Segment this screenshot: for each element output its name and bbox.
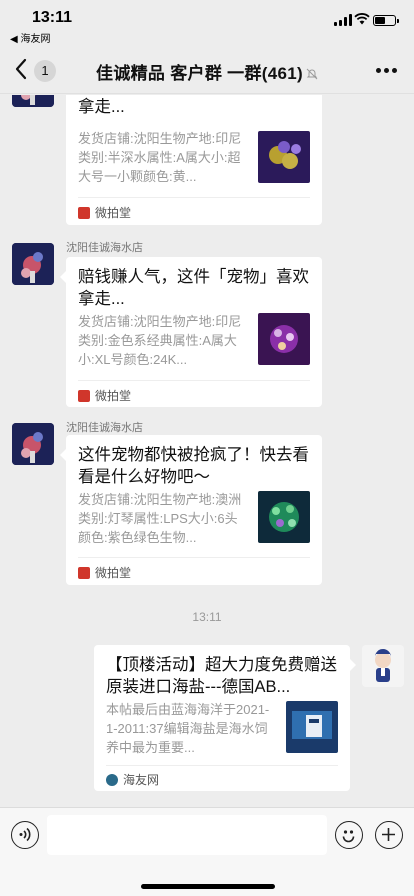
card-title: 这件宠物都快被抢疯了！快去看看是什么好物吧～: [78, 446, 309, 486]
status-bar: 13:11 ◀ 海友网: [0, 0, 414, 46]
weipaitang-icon: [78, 567, 90, 579]
link-card[interactable]: 赔钱赚人气，这件「宠物」喜欢拿走... 发货店铺:沈阳生物产地:印尼类别:金色系…: [60, 257, 322, 407]
card-source-label: 微拍堂: [95, 389, 132, 403]
card-title: 赔钱赚人气，这件「宠物」喜欢拿走...: [78, 98, 125, 116]
wifi-icon: [354, 13, 370, 28]
avatar[interactable]: [12, 243, 54, 285]
card-source-label: 微拍堂: [95, 206, 132, 220]
home-indicator[interactable]: [141, 884, 275, 889]
avatar[interactable]: [12, 423, 54, 465]
mute-bell-icon: [306, 68, 318, 80]
voice-input-icon[interactable]: [11, 821, 39, 849]
card-thumbnail: [258, 131, 310, 183]
group-title-text: 佳诚精品 客户群 一群(461): [96, 64, 303, 83]
card-description: 发货店铺:沈阳生物产地:印尼类别:半深水属性:A属大小:超大号一小颗颜色:黄..…: [78, 131, 242, 184]
card-description: 本帖最后由蓝海海洋于2021-1-2011:37编辑海盐是海水饲养中最为重要..…: [106, 702, 270, 755]
card-source: 海友网: [106, 771, 159, 788]
card-thumbnail: [258, 491, 310, 543]
cellular-signal-icon: [334, 14, 352, 26]
card-title: 赔钱赚人气，这件「宠物」喜欢拿走...: [78, 268, 309, 308]
more-options-icon[interactable]: [376, 68, 397, 74]
card-description: 发货店铺:沈阳生物产地:印尼类别:金色系经典属性:A属大小:XL号颜色:24K.…: [78, 314, 242, 367]
card-source: 微拍堂: [78, 387, 131, 404]
card-divider: [78, 557, 310, 558]
emoji-icon[interactable]: [335, 821, 363, 849]
card-description: 发货店铺:沈阳生物产地:澳洲类别:灯琴属性:LPS大小:6头颜色:紫色绿色生物.…: [78, 492, 242, 545]
battery-icon: [373, 15, 399, 26]
link-card[interactable]: 赔钱赚人气，这件「宠物」喜欢拿走... 发货店铺:沈阳生物产地:印尼类别:半深水…: [66, 95, 322, 225]
card-divider: [78, 380, 310, 381]
card-title: 【顶楼活动】超大力度免费赠送原装进口海盐---德国AB...: [106, 656, 337, 696]
link-card[interactable]: 【顶楼活动】超大力度免费赠送原装进口海盐---德国AB... 本帖最后由蓝海海洋…: [94, 645, 356, 791]
plus-icon[interactable]: [375, 821, 403, 849]
weipaitang-icon: [78, 207, 90, 219]
card-source: 微拍堂: [78, 564, 131, 581]
group-title: 佳诚精品 客户群 一群(461): [0, 59, 414, 84]
chat-input-bar: [0, 807, 414, 896]
message-timestamp: 13:11: [192, 610, 222, 624]
avatar[interactable]: [12, 95, 54, 107]
message-input[interactable]: [47, 815, 327, 855]
status-time: 13:11: [32, 9, 73, 26]
sender-name: 沈阳佳诚海水店: [66, 422, 143, 434]
card-thumbnail: [258, 313, 310, 365]
card-thumbnail: [286, 701, 338, 753]
chat-header: 1 佳诚精品 客户群 一群(461): [0, 46, 414, 94]
card-source: 微拍堂: [78, 204, 131, 221]
card-divider: [106, 765, 338, 766]
card-source-label: 微拍堂: [95, 566, 132, 580]
sender-name: 沈阳佳诚海水店: [66, 242, 143, 254]
haiyouwang-icon: [106, 774, 118, 786]
back-to-app-link[interactable]: ◀ 海友网: [10, 30, 50, 45]
card-source-label: 海友网: [123, 773, 160, 787]
avatar[interactable]: [362, 645, 404, 687]
chat-message-list[interactable]: 赔钱赚人气，这件「宠物」喜欢拿走... 发货店铺:沈阳生物产地:印尼类别:半深水…: [0, 95, 414, 807]
weipaitang-icon: [78, 390, 90, 402]
link-card[interactable]: 这件宠物都快被抢疯了！快去看看是什么好物吧～ 发货店铺:沈阳生物产地:澳洲类别:…: [60, 435, 322, 585]
card-divider: [78, 197, 310, 198]
